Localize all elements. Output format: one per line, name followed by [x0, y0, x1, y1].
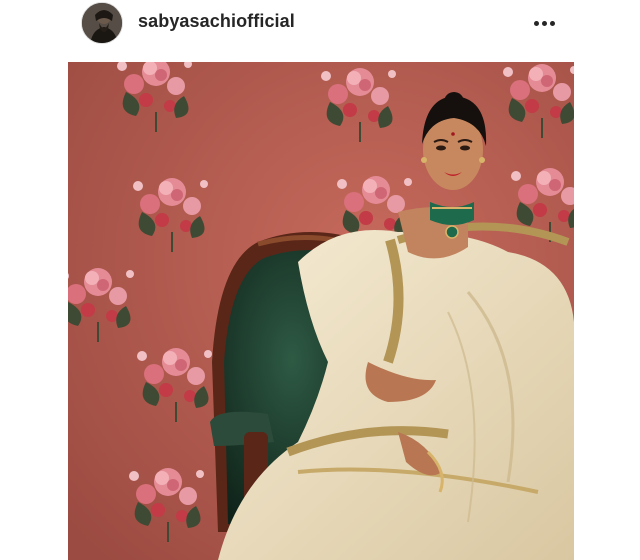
- more-options-icon[interactable]: [530, 14, 558, 32]
- username[interactable]: sabyasachiofficial: [138, 11, 295, 32]
- dot: [533, 20, 539, 26]
- avatar[interactable]: [81, 2, 123, 44]
- profile-photo-icon: [82, 3, 122, 43]
- dot: [541, 20, 547, 26]
- photo-illustration: [68, 62, 574, 560]
- dot: [549, 20, 555, 26]
- post-photo[interactable]: [68, 62, 574, 560]
- post-header: sabyasachiofficial: [0, 0, 640, 48]
